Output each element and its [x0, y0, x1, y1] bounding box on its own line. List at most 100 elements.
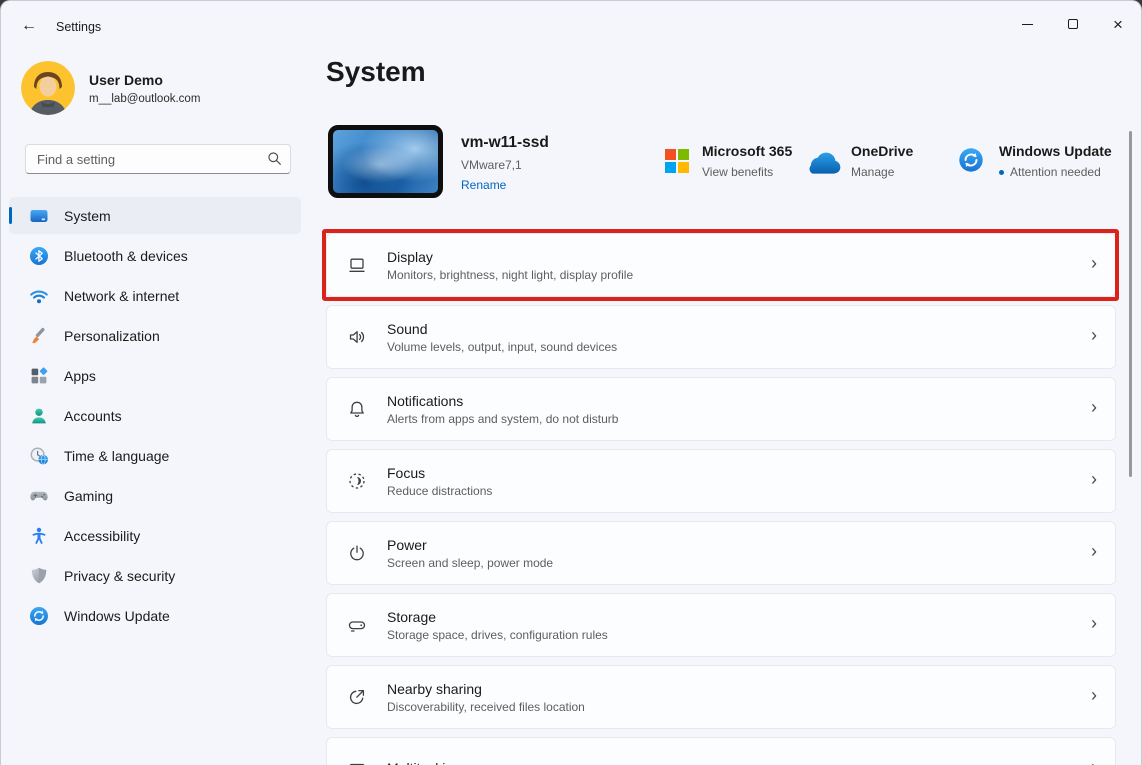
close-icon: ×	[1113, 16, 1123, 33]
row-nearby-sharing[interactable]: Nearby sharing Discoverability, received…	[326, 665, 1116, 729]
row-title: Nearby sharing	[387, 681, 585, 697]
microsoft-365-icon	[665, 149, 688, 172]
row-storage[interactable]: Storage Storage space, drives, configura…	[326, 593, 1116, 657]
sidebar-item-accessibility[interactable]: Accessibility	[9, 517, 301, 554]
sidebar-item-label: Bluetooth & devices	[64, 248, 188, 264]
settings-list: Display Monitors, brightness, night ligh…	[326, 233, 1116, 765]
sidebar-item-system[interactable]: System	[9, 197, 301, 234]
device-thumbnail	[328, 125, 443, 198]
minimize-icon	[1022, 24, 1033, 25]
sidebar-item-label: Time & language	[64, 448, 169, 464]
sidebar-nav: System Bluetooth & devices Network & int…	[9, 197, 301, 637]
search-input[interactable]	[25, 144, 291, 174]
chevron-right-icon: ›	[1091, 757, 1097, 765]
accessibility-icon	[29, 526, 49, 546]
paintbrush-icon	[29, 326, 49, 346]
sidebar-item-label: Accounts	[64, 408, 122, 424]
row-title: Power	[387, 537, 553, 553]
row-subtitle: Discoverability, received files location	[387, 700, 585, 714]
sidebar-item-label: Privacy & security	[64, 568, 175, 584]
user-name: User Demo	[89, 72, 163, 88]
accounts-icon	[29, 406, 49, 426]
windows-update-status-icon	[958, 147, 984, 173]
row-title: Sound	[387, 321, 617, 337]
sidebar-item-gaming[interactable]: Gaming	[9, 477, 301, 514]
chevron-right-icon: ›	[1091, 469, 1097, 490]
close-button[interactable]: ×	[1097, 9, 1139, 39]
sound-icon	[345, 325, 369, 349]
row-title: Multitasking	[387, 760, 461, 765]
chevron-right-icon: ›	[1091, 685, 1097, 706]
maximize-button[interactable]	[1052, 9, 1094, 39]
nearby-sharing-icon	[345, 685, 369, 709]
row-power[interactable]: Power Screen and sleep, power mode ›	[326, 521, 1116, 585]
device-name: vm-w11-ssd	[461, 134, 549, 152]
system-icon	[29, 206, 49, 226]
onedrive-title: OneDrive	[851, 143, 913, 159]
sidebar-item-privacy-security[interactable]: Privacy & security	[9, 557, 301, 594]
rename-link[interactable]: Rename	[461, 178, 506, 192]
apps-icon	[29, 366, 49, 386]
chevron-right-icon: ›	[1091, 325, 1097, 346]
row-sound[interactable]: Sound Volume levels, output, input, soun…	[326, 305, 1116, 369]
focus-icon	[345, 469, 369, 493]
onedrive-manage-link[interactable]: Manage	[851, 165, 894, 179]
device-wallpaper	[333, 130, 438, 193]
row-title: Storage	[387, 609, 608, 625]
row-subtitle: Monitors, brightness, night light, displ…	[387, 268, 633, 282]
chevron-right-icon: ›	[1091, 397, 1097, 418]
chevron-right-icon: ›	[1091, 613, 1097, 634]
windows-update-title: Windows Update	[999, 143, 1112, 159]
row-title: Focus	[387, 465, 492, 481]
gamepad-icon	[29, 486, 49, 506]
sidebar-item-apps[interactable]: Apps	[9, 357, 301, 394]
time-language-icon	[29, 446, 49, 466]
sidebar-item-label: Network & internet	[64, 288, 179, 304]
row-focus[interactable]: Focus Reduce distractions ›	[326, 449, 1116, 513]
search-icon	[267, 151, 282, 166]
sidebar-item-personalization[interactable]: Personalization	[9, 317, 301, 354]
sidebar-item-bluetooth-devices[interactable]: Bluetooth & devices	[9, 237, 301, 274]
sidebar-item-windows-update[interactable]: Windows Update	[9, 597, 301, 634]
row-subtitle: Reduce distractions	[387, 484, 492, 498]
back-arrow-icon: ←	[21, 17, 37, 35]
chevron-right-icon: ›	[1091, 541, 1097, 562]
storage-icon	[345, 613, 369, 637]
attention-dot	[999, 170, 1004, 175]
sidebar-item-label: System	[64, 208, 111, 224]
attention-needed-link[interactable]: Attention needed	[999, 165, 1101, 179]
sidebar-item-accounts[interactable]: Accounts	[9, 397, 301, 434]
power-icon	[345, 541, 369, 565]
row-multitasking[interactable]: Multitasking ›	[326, 737, 1116, 765]
sidebar-item-label: Apps	[64, 368, 96, 384]
row-title: Notifications	[387, 393, 618, 409]
shield-icon	[29, 566, 49, 586]
windows-update-icon	[29, 606, 49, 626]
display-icon	[345, 253, 369, 277]
sidebar-item-label: Personalization	[64, 328, 160, 344]
back-button[interactable]: ←	[13, 10, 45, 42]
scrollbar-thumb[interactable]	[1129, 131, 1132, 477]
row-title: Display	[387, 249, 633, 265]
window-title: Settings	[56, 20, 101, 34]
maximize-icon	[1068, 19, 1078, 29]
row-display[interactable]: Display Monitors, brightness, night ligh…	[326, 233, 1116, 297]
row-notifications[interactable]: Notifications Alerts from apps and syste…	[326, 377, 1116, 441]
sidebar-item-label: Windows Update	[64, 608, 170, 624]
sidebar-item-network-internet[interactable]: Network & internet	[9, 277, 301, 314]
row-subtitle: Alerts from apps and system, do not dist…	[387, 412, 618, 426]
row-subtitle: Screen and sleep, power mode	[387, 556, 553, 570]
page-title: System	[326, 56, 426, 88]
sidebar-item-label: Gaming	[64, 488, 113, 504]
bluetooth-icon	[29, 246, 49, 266]
user-email: m__lab@outlook.com	[89, 93, 200, 105]
notifications-icon	[345, 397, 369, 421]
device-model: VMware7,1	[461, 158, 522, 172]
microsoft-365-title: Microsoft 365	[702, 143, 792, 159]
minimize-button[interactable]	[1006, 9, 1048, 39]
onedrive-icon	[806, 151, 844, 175]
row-subtitle: Storage space, drives, configuration rul…	[387, 628, 608, 642]
view-benefits-link[interactable]: View benefits	[702, 165, 773, 179]
sidebar-item-time-language[interactable]: Time & language	[9, 437, 301, 474]
avatar[interactable]	[21, 61, 75, 115]
